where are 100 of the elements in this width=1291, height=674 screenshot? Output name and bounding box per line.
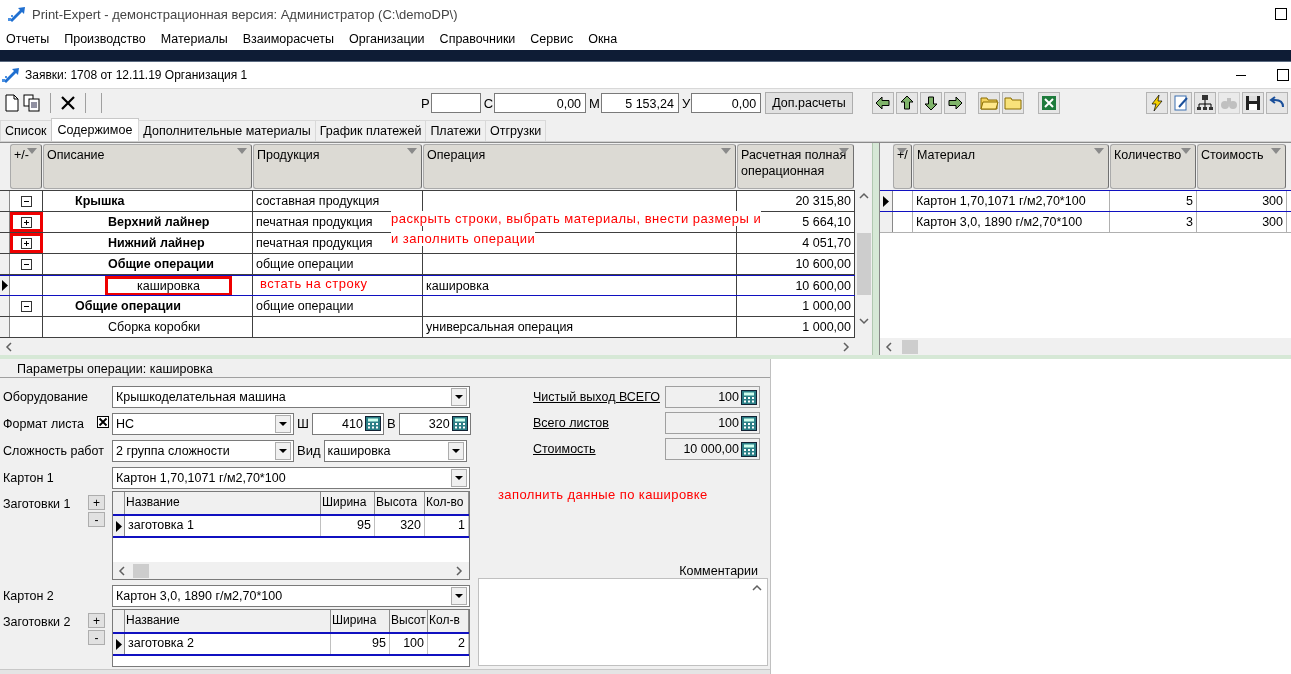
calculator-icon[interactable] [741,441,757,457]
link[interactable]: Стоимость [533,442,596,456]
tab[interactable]: Содержимое [50,118,140,141]
scrollbar-thumb[interactable] [902,339,918,354]
column-header[interactable]: Количество [1110,144,1196,189]
calculator-icon[interactable] [451,416,468,431]
input-field[interactable] [430,93,481,113]
menu-item[interactable]: Взаиморасчеты [238,32,338,46]
menu-item[interactable]: Отчеты [2,32,54,46]
dropdown[interactable]: 2 группа сложности [112,439,294,462]
menu-item[interactable]: Сервис [526,32,578,46]
spreadsheet-icon[interactable] [1037,92,1060,114]
column-header[interactable]: Кол-в [428,610,469,632]
checkbox[interactable] [97,416,109,428]
menu-item[interactable]: Справочники [435,32,520,46]
column-header[interactable]: Описание [43,144,252,189]
scrollbar-thumb[interactable] [133,563,149,578]
arrow-down-icon[interactable] [919,92,942,114]
scroll-right-icon[interactable] [453,564,465,577]
column-header[interactable]: Расчетная полная операционная [737,144,854,189]
column-header[interactable]: Стоимость [1197,144,1286,189]
tab[interactable]: Отгрузки [485,120,547,141]
column-header[interactable]: Кол-во [425,492,469,514]
calculator-icon[interactable] [741,415,757,431]
remove-button[interactable]: - [88,512,105,527]
dropdown[interactable]: Картон 1,70,1071 г/м2,70*100 [112,466,470,489]
input-field[interactable]: 5 153,24 [600,93,679,113]
column-header[interactable]: Высот [390,610,428,632]
tree-icon[interactable] [1193,92,1216,114]
row-header[interactable] [0,276,10,295]
dropdown-arrow-icon[interactable] [897,148,907,154]
table-row[interactable]: Картон 1,70,1071 г/м2,70*100 5 300 [880,191,1291,212]
menu-item[interactable]: Организации [345,32,429,46]
input-field[interactable]: 0,00 [691,93,762,113]
remove-button[interactable]: - [88,630,105,645]
table-row[interactable]: заготовка 2 95 100 2 [113,634,469,656]
column-header[interactable]: Продукция [253,144,422,189]
column-header[interactable]: Название [125,610,331,632]
collapse-icon[interactable] [20,258,32,270]
maximize-icon[interactable] [1275,8,1287,20]
table-row[interactable]: Общие операции общие операции 10 600,00 [0,254,855,275]
tab[interactable]: Дополнительные материалы [138,120,316,141]
expand-icon[interactable] [20,237,32,249]
comments-field[interactable] [478,578,768,666]
tab[interactable]: График платежей [314,120,427,141]
dropdown-arrow-icon[interactable] [839,148,849,154]
field-label: Формат листа [2,416,85,431]
calculations-button[interactable]: Доп.расчеты [765,92,853,114]
collapse-icon[interactable] [20,300,32,312]
lightning-icon[interactable] [1145,92,1168,114]
column-header[interactable]: +/ [893,144,912,189]
scroll-down-icon[interactable] [857,315,870,327]
arrow-up-icon[interactable] [895,92,918,114]
row-header[interactable] [113,516,125,536]
edit-icon[interactable] [1169,92,1192,114]
row-header[interactable] [880,191,893,211]
expand-icon[interactable] [20,216,32,228]
dropdown[interactable]: кашировка [323,439,467,462]
dropdown[interactable]: НС [112,412,294,435]
menu-item[interactable]: Окна [584,32,622,46]
menu-item[interactable]: Материалы [156,32,232,46]
column-header[interactable]: +/- [10,144,42,189]
column-header[interactable]: Ширина [321,492,375,514]
column-header[interactable]: Материал [913,144,1109,189]
folder-icon[interactable] [977,92,1000,114]
tab[interactable]: Список [0,120,52,141]
collapse-icon[interactable] [20,195,32,207]
table-row[interactable]: заготовка 1 95 320 1 [113,516,469,538]
maximize-icon[interactable] [1277,69,1289,81]
arrow-right-icon[interactable] [943,92,966,114]
input-field[interactable]: 320 [398,412,471,435]
new-document-icon[interactable] [4,94,20,112]
table-row[interactable]: Картон 3,0, 1890 г/м2,70*100 3 300 [880,212,1291,233]
input-field[interactable]: 410 [311,412,384,435]
add-button[interactable]: + [88,495,105,510]
link[interactable]: Чистый выход ВСЕГО [533,390,660,404]
table-row[interactable]: Общие операции общие операции 1 000,00 [0,296,855,317]
arrow-left-icon[interactable] [871,92,894,114]
column-header[interactable]: Ширина [331,610,390,632]
undo-icon[interactable] [1265,92,1288,114]
column-header[interactable]: Название [125,492,321,514]
link[interactable]: Всего листов [533,416,609,430]
table-cell: общие операции [253,296,423,316]
dropdown[interactable]: Картон 3,0, 1890 г/м2,70*100 [112,584,470,607]
calculator-icon[interactable] [364,416,381,431]
save-icon[interactable] [1241,92,1264,114]
dropdown[interactable]: Крышкоделательная машина [112,385,470,408]
row-pointer-icon [115,520,122,532]
menu-item[interactable]: Производство [60,32,150,46]
input-field[interactable]: 0,00 [494,93,587,113]
row-header[interactable] [113,634,125,654]
table-cell: 100 [390,634,428,654]
scrollbar-thumb[interactable] [856,233,871,295]
scroll-right-icon[interactable] [840,340,852,353]
add-button[interactable]: + [88,613,105,628]
column-header[interactable]: Высота [375,492,425,514]
column-header[interactable]: Операция [423,144,736,189]
copy-icon[interactable] [23,94,41,112]
delete-icon[interactable] [60,95,76,111]
calculator-icon[interactable] [741,389,757,405]
